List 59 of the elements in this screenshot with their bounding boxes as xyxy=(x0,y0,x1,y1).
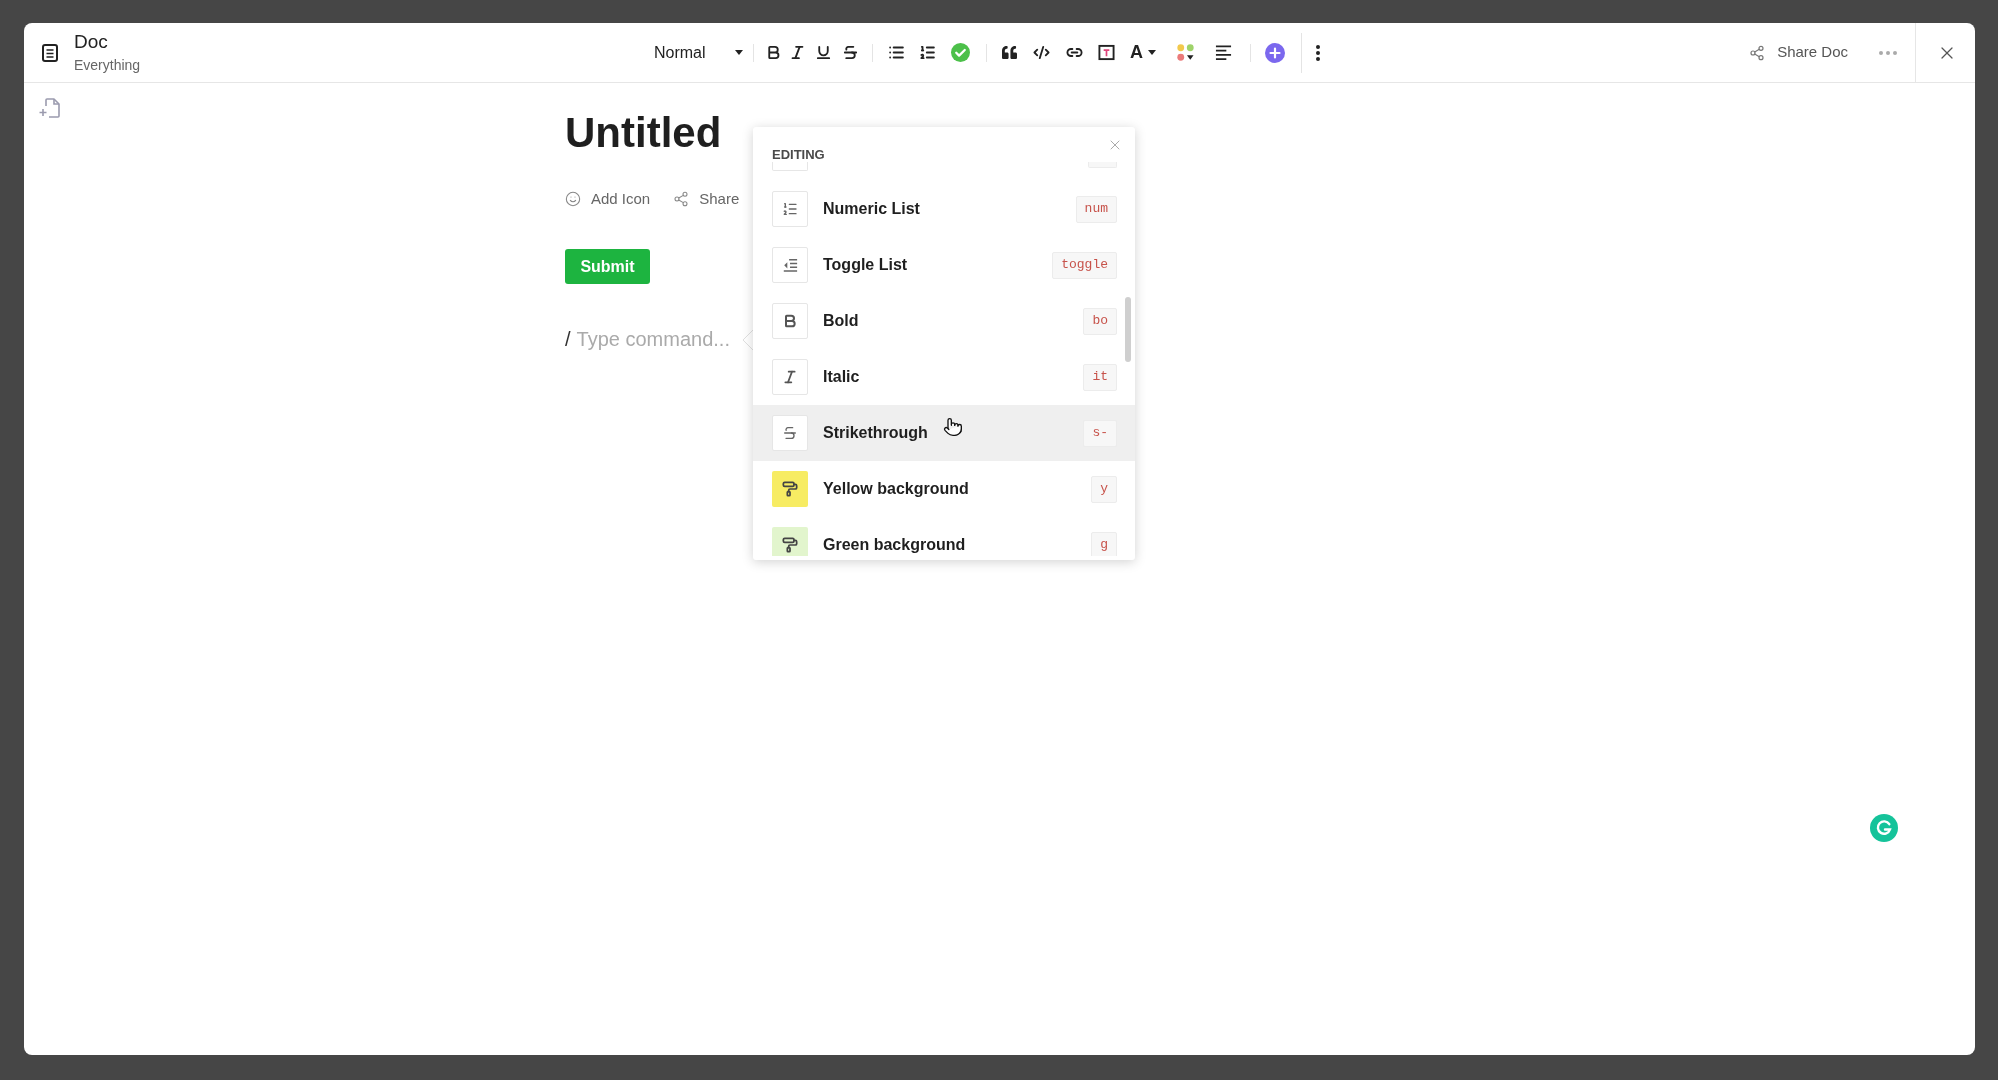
menu-item[interactable]: Numeric List num xyxy=(753,181,1135,237)
plus-circle-icon xyxy=(1265,42,1285,63)
align-left-icon xyxy=(1214,44,1232,61)
shortcut-tag: g xyxy=(1091,531,1117,556)
menu-item[interactable]: Yellow background y xyxy=(753,461,1135,517)
window-title: Doc xyxy=(74,31,108,53)
menu-item[interactable]: Bold bo xyxy=(753,293,1135,349)
color-dots-icon xyxy=(1175,43,1195,62)
ellipsis-icon xyxy=(1879,50,1897,55)
strikethrough-icon xyxy=(772,415,808,451)
vertical-dots-icon xyxy=(1316,44,1320,61)
share-icon xyxy=(1749,44,1766,61)
menu-item[interactable]: Toggle List toggle xyxy=(753,237,1135,293)
menu-item[interactable]: Green background g xyxy=(753,517,1135,556)
menu-item[interactable]: Italic it xyxy=(753,349,1135,405)
shortcut-tag: s- xyxy=(1083,419,1117,447)
scrollbar-thumb[interactable] xyxy=(1125,297,1131,362)
italic-icon xyxy=(772,359,808,395)
numbered-list-icon xyxy=(772,191,808,227)
menu-section-title: EDITING xyxy=(772,147,825,163)
menu-item-label: Strikethrough xyxy=(823,423,928,443)
icon-tile xyxy=(772,162,808,171)
menu-item[interactable]: Strikethrough s- xyxy=(753,405,1135,461)
smiley-icon xyxy=(565,191,581,207)
bold-icon xyxy=(772,303,808,339)
bulleted-list-icon xyxy=(887,44,905,61)
share-button[interactable]: Share Doc xyxy=(1749,41,1848,64)
check-circle-icon xyxy=(950,43,970,62)
shortcut-tag: num xyxy=(1075,195,1117,223)
command-input[interactable]: / Type command... xyxy=(565,326,730,352)
window-subtitle: Everything xyxy=(74,57,141,74)
add-page-icon[interactable] xyxy=(38,96,60,118)
shortcut-tag: it xyxy=(1083,363,1117,391)
menu-item-label: Green background xyxy=(823,535,966,555)
quote-icon xyxy=(1001,45,1017,60)
menu-item-label: Bold xyxy=(823,311,859,331)
shortcut-tag: toggle xyxy=(1052,251,1117,279)
font-color-button[interactable]: A xyxy=(1126,39,1160,66)
code-icon xyxy=(1032,44,1050,61)
caret-down-icon xyxy=(1148,50,1156,55)
style-dropdown[interactable]: Normal xyxy=(654,40,745,65)
menu-item-label: Italic xyxy=(823,367,860,387)
numbered-list-icon xyxy=(918,44,936,61)
share-link[interactable]: Share xyxy=(673,187,740,211)
shortcut-tag: y xyxy=(1091,475,1117,503)
indented-list-icon xyxy=(772,247,808,283)
caret-down-icon xyxy=(735,50,743,55)
shortcut-tag: bo xyxy=(1083,307,1117,335)
text-box-icon xyxy=(1097,44,1115,61)
document-title[interactable]: Untitled xyxy=(565,108,722,158)
document-icon xyxy=(42,43,58,62)
share-icon xyxy=(673,191,690,207)
menu-item-label: Toggle List xyxy=(823,255,908,275)
hand-cursor-icon xyxy=(943,417,963,437)
menu-item-label: Numeric List xyxy=(823,199,920,219)
menu-item-label: Yellow background xyxy=(823,479,969,499)
underline-icon xyxy=(814,44,832,61)
strikethrough-icon xyxy=(841,44,859,61)
add-icon-link[interactable]: Add Icon xyxy=(565,187,651,211)
